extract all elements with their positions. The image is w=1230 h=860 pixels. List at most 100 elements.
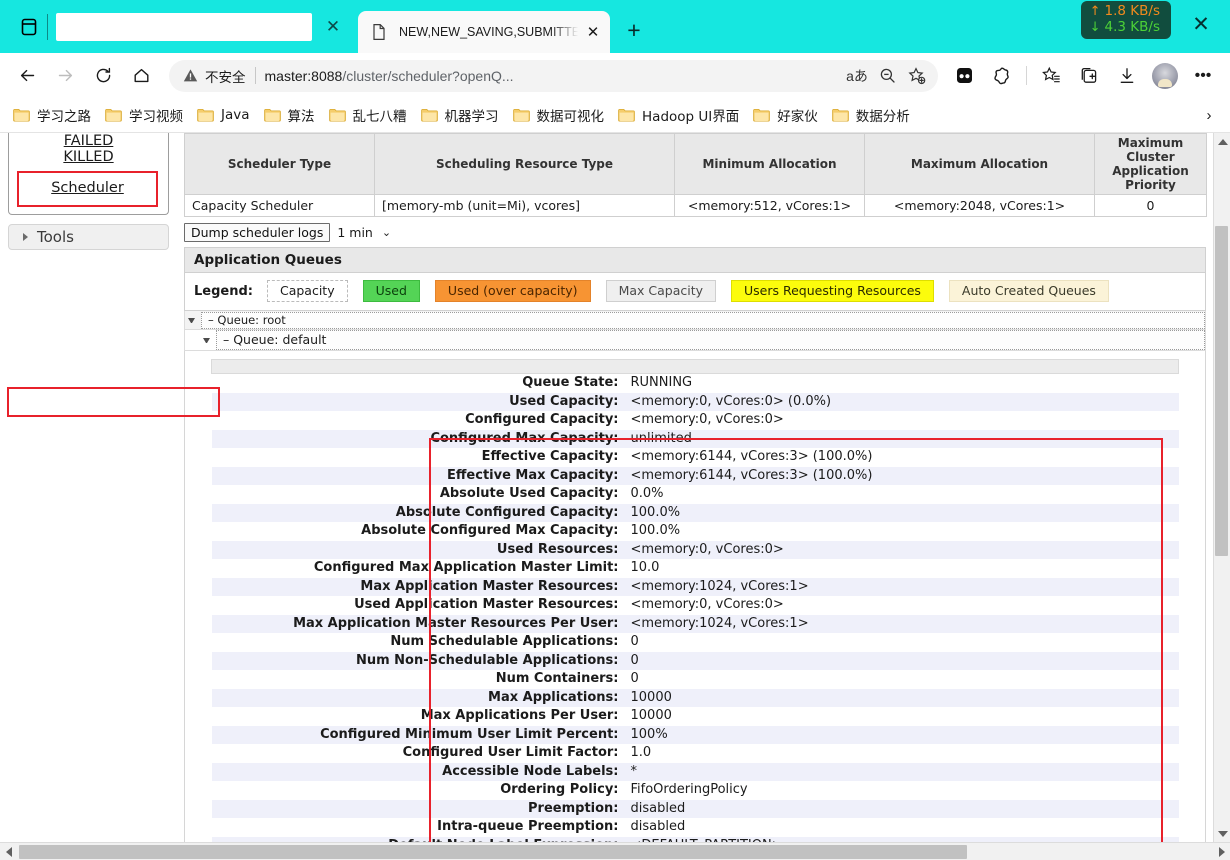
detail-header-row [211,359,1179,374]
detail-row: Configured Max Capacity: unlimited [211,429,1179,448]
favorites-icon[interactable] [1035,60,1067,92]
detail-key: Configured Capacity: [465,412,619,427]
tab-search-input[interactable] [47,13,312,41]
detail-value: unlimited [626,429,1179,448]
scroll-down-arrow-icon[interactable] [1214,825,1230,842]
folder-icon [328,108,346,122]
forward-icon[interactable] [49,60,81,92]
detail-key: Used Resources: [211,540,627,559]
scroll-right-arrow-icon[interactable] [1213,843,1230,860]
horizontal-scrollbar[interactable] [0,842,1230,860]
table-header-row: Scheduler Type Scheduling Resource Type … [184,133,1207,195]
bookmark-item[interactable]: 乱七八糟 [322,102,414,128]
detail-value: 10000 [626,688,1179,707]
bookmark-item[interactable]: 机器学习 [414,102,506,128]
dump-scheduler-logs-button[interactable]: Dump scheduler logs [184,223,331,242]
download-speed-row: ↓ 4.3 KB/s [1089,19,1160,36]
bookmark-item[interactable]: 数据分析 [825,102,917,128]
col-maximum-allocation: Maximum Allocation [864,133,1095,195]
bookmark-label: 机器学习 [444,109,499,125]
bookmark-label: 学习视频 [129,109,183,125]
document-icon [370,23,388,41]
bookmark-item[interactable]: 好家伙 [746,102,825,128]
queue-row-default[interactable]: – Queue: default [184,330,1206,351]
bookmark-label: Hadoop UI界面 [642,109,740,125]
downloads-icon[interactable] [1111,60,1143,92]
queue-default-label[interactable]: – Queue: default [216,330,1205,350]
arrow-down-icon: ↓ [1089,19,1101,35]
detail-row: Configured Minimum User Limit Percent: 10… [211,725,1179,744]
home-icon[interactable] [125,60,157,92]
collapse-triangle-icon[interactable] [188,317,195,323]
yarn-scheduler-page: FAILED KILLED Scheduler Tools Scheduler … [0,133,1230,842]
detail-key: Effective Capacity: [481,449,619,464]
vertical-scrollbar-thumb[interactable] [1215,226,1228,556]
bookmark-item[interactable]: Hadoop UI界面 [611,102,746,128]
queue-root-label[interactable]: – Queue: root [201,311,1205,329]
legend-label: Legend: [194,283,253,299]
sidebar-item-scheduler[interactable]: Scheduler [19,180,156,197]
bookmark-label: 好家伙 [777,109,818,125]
vertical-scrollbar[interactable] [1213,133,1230,842]
new-tab-button[interactable]: + [619,15,649,45]
detail-value: * [626,762,1179,781]
profile-avatar[interactable] [1152,62,1178,89]
sidebar-item-tools[interactable]: Tools [8,224,169,250]
collections-icon[interactable] [948,60,980,92]
scheduler-summary-table: Scheduler Type Scheduling Resource Type … [184,133,1207,217]
detail-row: Num Non-Schedulable Applications: 0 [211,651,1179,670]
tab-search-close-icon[interactable]: ✕ [320,14,346,40]
bookmark-label: 数据可视化 [536,109,605,125]
collapse-triangle-icon[interactable] [203,337,210,343]
upload-speed-row: ↑ 1.8 KB/s [1090,3,1160,20]
detail-value: disabled [626,799,1179,818]
queue-detail-panel: Queue State: RUNNING Used Capacity: <memor… [184,351,1206,842]
upload-speed-value: 1.8 KB/s [1104,3,1160,19]
browser-essentials-icon[interactable] [986,60,1018,92]
detail-key: Num Non-Schedulable Applications: [211,651,627,670]
detail-row: Max Applications: 10000 [211,688,1179,707]
add-favorite-icon[interactable] [902,62,932,90]
bookmark-item[interactable]: 数据可视化 [506,102,612,128]
sidebar-item-killed[interactable]: KILLED [9,149,168,165]
detail-row: Intra-queue Preemption: disabled [212,818,1179,837]
bookmark-item[interactable]: 学习视频 [98,102,190,128]
chevron-down-icon[interactable]: ⌄ [382,226,391,239]
folder-icon [13,108,30,122]
detail-value: <memory:0, vCores:0> [626,540,1179,559]
tab-title: NEW,NEW_SAVING,SUBMITTED,A [399,25,580,39]
detail-row: Preemption: disabled [211,799,1179,818]
legend-used: Used [362,280,420,302]
folder-icon [753,108,771,122]
col-scheduling-resource-type: Scheduling Resource Type [374,133,675,195]
window-close-button[interactable]: ✕ [1181,8,1221,41]
browser-window: ✕ NEW,NEW_SAVING,SUBMITTED,A ✕ + ↑1.8 KB… [0,0,1230,860]
detail-row: Used Capacity: <memory:0, vCores:0> (0.0%… [211,392,1179,411]
scroll-up-arrow-icon[interactable] [1214,133,1230,150]
tab-actions-icon[interactable] [14,12,44,42]
tab-close-icon[interactable]: ✕ [580,19,606,45]
settings-and-more-icon[interactable]: ••• [1187,60,1219,92]
detail-row: Effective Capacity: <memory:6144, vCores:… [212,448,1179,467]
address-bar[interactable]: 不安全 master:8088/cluster/scheduler?openQ.… [169,59,938,92]
cell-scheduling-resource-type: [memory-mb (unit=Mi), vcores] [374,194,675,217]
bookmark-item[interactable]: 算法 [257,102,322,128]
zoom-out-icon[interactable] [872,62,902,90]
horizontal-scrollbar-thumb[interactable] [19,845,967,859]
sidebar-item-failed[interactable]: FAILED [9,133,168,149]
bookmarks-overflow-icon[interactable]: › [1196,102,1222,128]
browser-tab[interactable]: NEW,NEW_SAVING,SUBMITTED,A ✕ [358,11,610,53]
scroll-left-arrow-icon[interactable] [0,843,17,860]
detail-key: Max Applications Per User: [420,708,619,723]
queue-row-root[interactable]: – Queue: root [184,311,1206,330]
back-icon[interactable] [11,60,43,92]
bookmark-item[interactable]: 学习之路 [6,102,98,128]
bookmark-item[interactable]: Java [190,104,257,126]
detail-row: Absolute Configured Capacity: 100.0% [211,503,1179,522]
reload-icon[interactable] [87,60,119,92]
scheduler-highlight-box: Scheduler [17,171,158,207]
sidebar-nav-block: FAILED KILLED Scheduler [8,133,169,215]
read-aloud-icon[interactable]: aあ [842,62,872,90]
split-screen-icon[interactable] [1073,60,1105,92]
sidebar: FAILED KILLED Scheduler Tools [0,133,178,842]
